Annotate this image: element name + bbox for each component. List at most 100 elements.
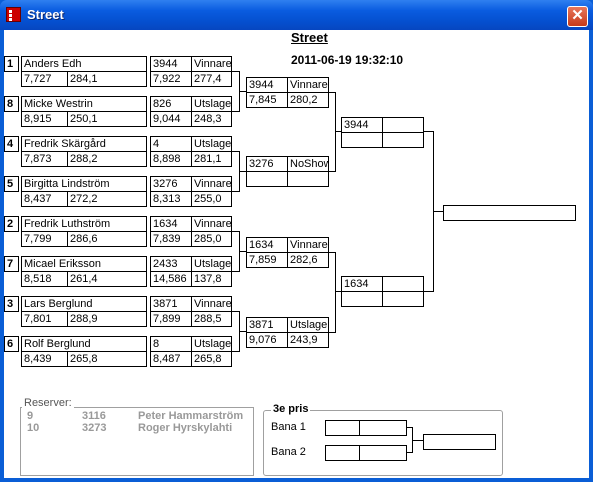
player-reaction: 7,801 — [21, 311, 68, 327]
bracket-connector — [239, 91, 246, 92]
result-speed: 281,1 — [191, 151, 232, 167]
player-reaction: 8,439 — [21, 351, 68, 367]
quarter-id[interactable]: 3276 — [246, 156, 288, 172]
quarter-id[interactable]: 3944 — [246, 77, 288, 93]
player-speed: 286,6 — [67, 231, 147, 247]
player-name[interactable]: Micael Eriksson — [21, 256, 147, 272]
result-id[interactable]: 4 — [150, 136, 192, 152]
page-title: Street — [291, 30, 328, 45]
player-speed: 288,9 — [67, 311, 147, 327]
window-title: Street — [27, 7, 64, 22]
semi-id[interactable]: 1634 — [341, 276, 383, 292]
quarter-id[interactable]: 3871 — [246, 317, 288, 333]
seed-number: 3 — [4, 296, 19, 312]
reserves-label: Reserver: — [22, 397, 74, 409]
player-reaction: 7,873 — [21, 151, 68, 167]
player-name[interactable]: Birgitta Lindström — [21, 176, 147, 192]
seed-number: 4 — [4, 136, 19, 152]
result-speed: 265,8 — [191, 351, 232, 367]
semi-id[interactable]: 3944 — [341, 117, 383, 133]
result-id[interactable]: 3944 — [150, 56, 192, 72]
player-name[interactable]: Micke Westrin — [21, 96, 147, 112]
result-time: 7,922 — [150, 71, 192, 87]
bana1-result-cell[interactable] — [359, 420, 407, 436]
reserve-name: Roger Hyrskylahti — [138, 422, 233, 434]
semi-speed — [382, 132, 424, 148]
reserve-id: 3273 — [82, 422, 107, 434]
player-speed: 265,8 — [67, 351, 147, 367]
result-time: 7,839 — [150, 231, 192, 247]
quarter-speed — [287, 171, 329, 187]
third-place-label: 3e pris — [271, 403, 311, 415]
quarter-id[interactable]: 1634 — [246, 237, 288, 253]
quarter-status[interactable]: Vinnare — [287, 77, 329, 93]
result-status[interactable]: Utslagen — [191, 256, 232, 272]
bracket-connector — [335, 291, 341, 292]
semi-time — [341, 291, 383, 307]
player-reaction: 8,437 — [21, 191, 68, 207]
result-id[interactable]: 826 — [150, 96, 192, 112]
player-name[interactable]: Fredrik Luthström — [21, 216, 147, 232]
quarter-status[interactable]: Vinnare — [287, 237, 329, 253]
quarter-status[interactable]: NoShow — [287, 156, 329, 172]
result-speed: 248,3 — [191, 111, 232, 127]
reserve-num: 9 — [27, 410, 34, 422]
bana2-label: Bana 2 — [271, 446, 306, 458]
result-id[interactable]: 1634 — [150, 216, 192, 232]
bana2-id-cell[interactable] — [325, 445, 360, 461]
player-name[interactable]: Lars Berglund — [21, 296, 147, 312]
semi-status[interactable] — [382, 276, 424, 292]
seed-number: 6 — [4, 336, 19, 352]
bracket-area: Street 2011-06-19 19:32:10 1 Anders Edh 7,… — [4, 30, 589, 478]
player-speed: 250,1 — [67, 111, 147, 127]
seed-number: 8 — [4, 96, 19, 112]
seed-number: 7 — [4, 256, 19, 272]
player-speed: 284,1 — [67, 71, 147, 87]
result-status[interactable]: Utslagen — [191, 136, 232, 152]
result-id[interactable]: 8 — [150, 336, 192, 352]
result-time: 14,586 — [150, 271, 192, 287]
player-speed: 272,2 — [67, 191, 147, 207]
result-speed: 137,8 — [191, 271, 232, 287]
quarter-speed: 282,6 — [287, 252, 329, 268]
result-speed: 288,5 — [191, 311, 232, 327]
bracket-connector — [335, 92, 336, 172]
quarter-time — [246, 171, 288, 187]
quarter-speed: 280,2 — [287, 92, 329, 108]
result-speed: 277,4 — [191, 71, 232, 87]
player-speed: 288,2 — [67, 151, 147, 167]
third-place-winner-cell[interactable] — [423, 434, 496, 450]
player-name[interactable]: Fredrik Skärgård — [21, 136, 147, 152]
player-name[interactable]: Anders Edh — [21, 56, 147, 72]
result-status[interactable]: Vinnare — [191, 216, 232, 232]
close-button[interactable]: ✕ — [567, 6, 588, 27]
player-name[interactable]: Rolf Berglund — [21, 336, 147, 352]
result-status[interactable]: Vinnare — [191, 176, 232, 192]
result-time: 8,487 — [150, 351, 192, 367]
result-time: 8,313 — [150, 191, 192, 207]
final-winner-cell[interactable] — [443, 205, 576, 221]
result-status[interactable]: Utslagen — [191, 336, 232, 352]
reserve-num: 10 — [27, 422, 40, 434]
result-time: 8,898 — [150, 151, 192, 167]
bana1-id-cell[interactable] — [325, 420, 360, 436]
result-status[interactable]: Vinnare — [191, 56, 232, 72]
result-id[interactable]: 3276 — [150, 176, 192, 192]
semi-status[interactable] — [382, 117, 424, 133]
semi-speed — [382, 291, 424, 307]
player-reaction: 7,799 — [21, 231, 68, 247]
quarter-time: 9,076 — [246, 332, 288, 348]
player-reaction: 7,727 — [21, 71, 68, 87]
seed-number: 2 — [4, 216, 19, 232]
result-status[interactable]: Vinnare — [191, 296, 232, 312]
result-id[interactable]: 2433 — [150, 256, 192, 272]
quarter-status[interactable]: Utslagen — [287, 317, 329, 333]
app-icon — [6, 7, 21, 22]
result-status[interactable]: Utslagen — [191, 96, 232, 112]
bana2-result-cell[interactable] — [359, 445, 407, 461]
bana1-label: Bana 1 — [271, 421, 306, 433]
result-id[interactable]: 3871 — [150, 296, 192, 312]
reserve-name: Peter Hammarström — [138, 410, 244, 422]
title-bar[interactable]: Street ✕ — [0, 0, 593, 30]
bracket-connector — [239, 251, 246, 252]
